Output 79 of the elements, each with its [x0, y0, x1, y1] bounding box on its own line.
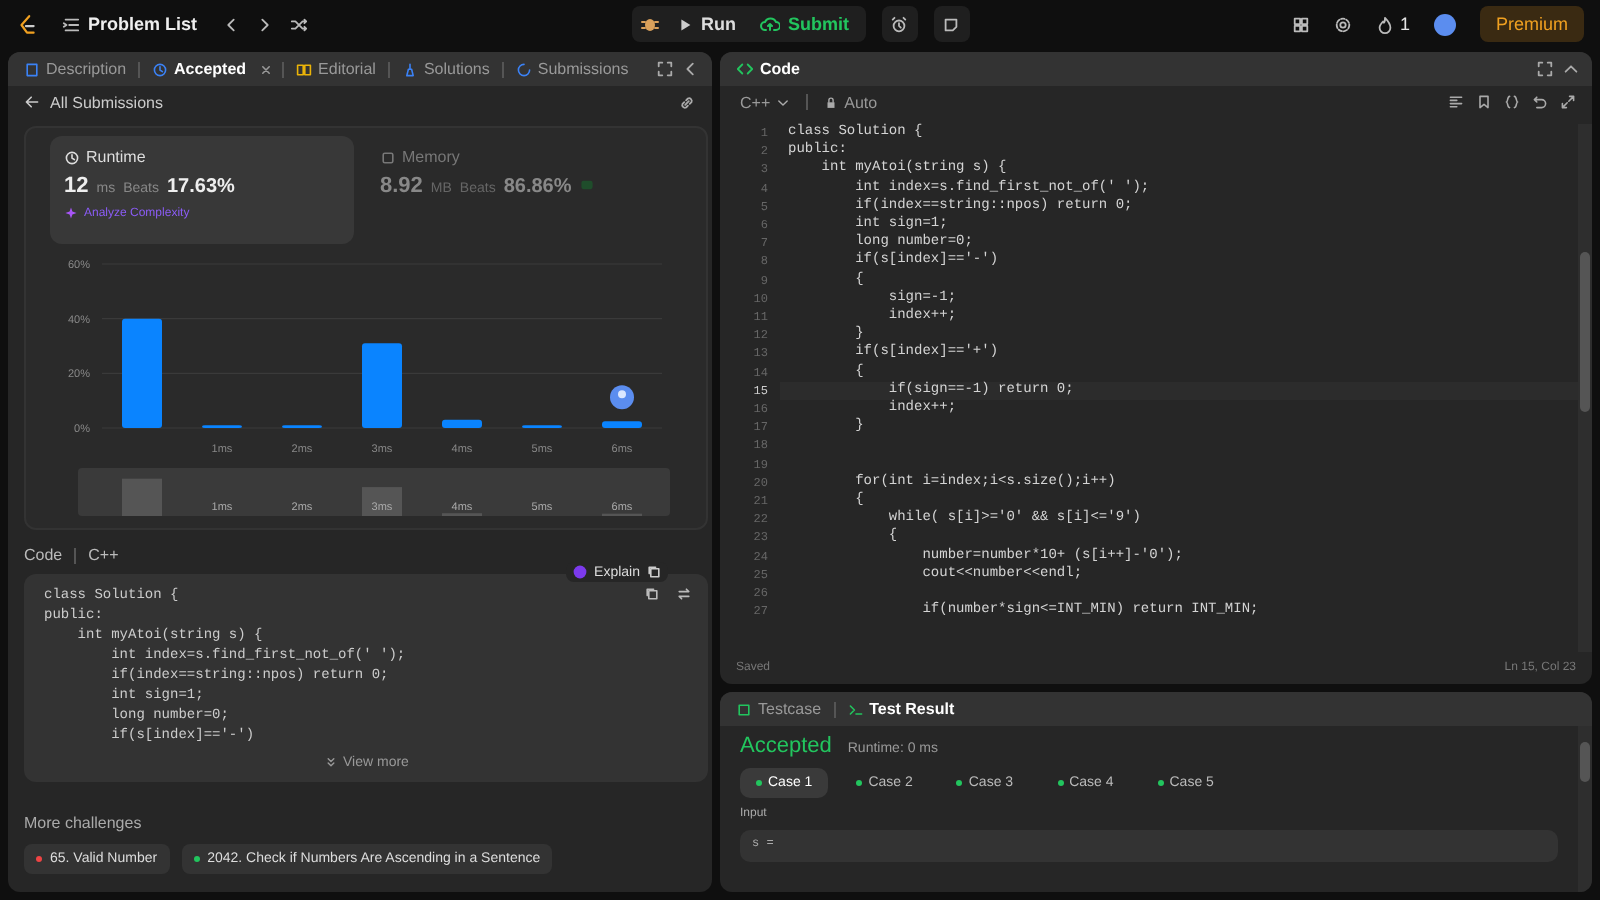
- avatar[interactable]: [1433, 13, 1456, 35]
- grid-icon[interactable]: [1291, 15, 1310, 33]
- checkbox-icon: [736, 701, 752, 717]
- stat-label: Memory: [402, 148, 460, 166]
- bug-icon[interactable]: [639, 14, 659, 34]
- panel-tab[interactable]: Description: [20, 60, 131, 78]
- verdict: Accepted: [740, 734, 832, 758]
- scrollbar[interactable]: [1578, 124, 1592, 652]
- chevron-left-icon[interactable]: [682, 60, 700, 78]
- braces-icon[interactable]: [1504, 94, 1520, 110]
- expand-icon[interactable]: [1560, 94, 1576, 110]
- auto-mode-label: Auto: [820, 93, 882, 111]
- lock-icon: [824, 95, 839, 109]
- bar: [442, 419, 482, 428]
- stat-value: 8.92: [380, 174, 423, 198]
- bar: [122, 318, 162, 428]
- maximize-icon[interactable]: [656, 60, 674, 78]
- panel-tab[interactable]: Solutions: [397, 60, 494, 78]
- premium-button[interactable]: Premium: [1479, 6, 1584, 42]
- problem-list-button[interactable]: Problem List: [54, 10, 206, 38]
- beats-percent: 17.63%: [167, 176, 235, 198]
- cloud-upload-icon: [760, 14, 780, 34]
- shuffle-icon[interactable]: [289, 15, 308, 33]
- undo-icon[interactable]: [1532, 94, 1548, 110]
- alarm-clock-icon: [890, 15, 908, 33]
- link-icon[interactable]: [678, 93, 696, 111]
- panel-tab[interactable]: Accepted: [148, 60, 251, 78]
- panel-tab[interactable]: Submissions: [511, 60, 633, 78]
- panel-tab[interactable]: Editorial: [292, 60, 380, 78]
- bookmark-icon[interactable]: [1476, 94, 1492, 110]
- section-title: More challenges: [24, 814, 144, 832]
- scrollbar[interactable]: [1578, 726, 1592, 892]
- stat-label: Runtime: [86, 148, 146, 166]
- flame-icon: [1375, 15, 1394, 33]
- sparkle-icon: [64, 206, 78, 220]
- chevron-down-icon: [776, 95, 791, 109]
- clock-icon: [152, 61, 169, 77]
- code-icon: [736, 60, 754, 78]
- chevron-right-icon[interactable]: [255, 15, 274, 33]
- all-submissions-link[interactable]: All Submissions: [24, 93, 163, 111]
- chevrons-down-icon: [323, 756, 338, 770]
- badge-icon: [579, 178, 594, 192]
- settings-icon[interactable]: [1333, 15, 1352, 33]
- bar: [362, 343, 402, 428]
- terminal-icon: [847, 701, 864, 717]
- note-icon: [942, 15, 960, 33]
- beats-percent: 86.86%: [503, 176, 572, 198]
- arrow-left-icon: [24, 94, 40, 110]
- chevron-up-icon[interactable]: [1562, 60, 1580, 78]
- copy-icon: [646, 564, 662, 580]
- run-button[interactable]: Run: [667, 10, 744, 38]
- sparkle-icon: [572, 564, 589, 580]
- flask-icon: [401, 61, 418, 77]
- streak-counter[interactable]: 1: [1375, 14, 1410, 34]
- panel-tab[interactable]: Test Result: [843, 700, 959, 718]
- document-icon: [24, 61, 40, 77]
- chip-icon: [380, 149, 396, 165]
- note-button[interactable]: [933, 6, 969, 42]
- language-label: C++: [88, 546, 119, 564]
- logo-icon[interactable]: [16, 13, 38, 35]
- section-title: Code: [24, 546, 63, 564]
- swap-icon[interactable]: [676, 586, 692, 602]
- play-icon: [675, 15, 693, 33]
- history-icon: [515, 61, 532, 77]
- panel-title: Code: [732, 60, 804, 78]
- stat-value: 12: [64, 174, 89, 198]
- close-icon[interactable]: [258, 61, 275, 77]
- alarm-button[interactable]: [881, 6, 917, 42]
- user-marker-icon: [610, 385, 634, 410]
- panel-tab[interactable]: Testcase: [732, 700, 826, 718]
- language-dropdown[interactable]: C++: [736, 93, 795, 111]
- clock-icon: [64, 149, 80, 165]
- book-icon: [296, 61, 313, 77]
- format-icon[interactable]: [1448, 94, 1464, 110]
- bar: [602, 421, 642, 428]
- submit-button[interactable]: Submit: [752, 10, 857, 38]
- list-icon: [62, 15, 80, 33]
- maximize-icon[interactable]: [1536, 60, 1554, 78]
- copy-icon[interactable]: [644, 586, 660, 602]
